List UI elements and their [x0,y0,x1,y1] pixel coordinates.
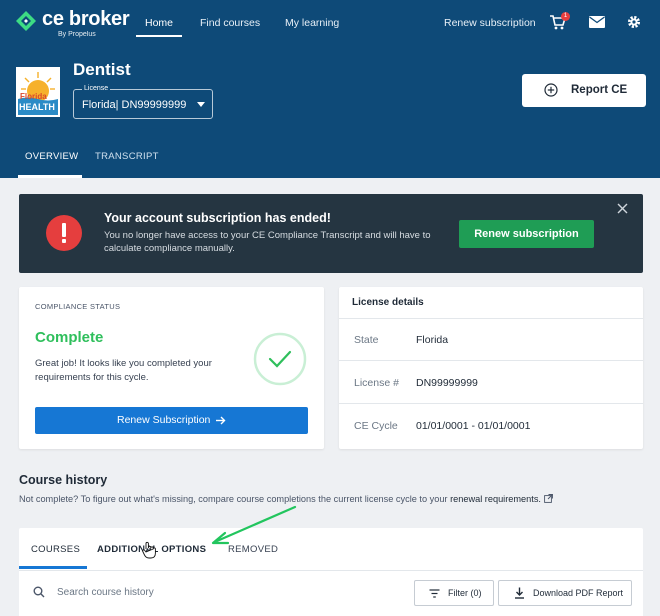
course-history-description: Not complete? To figure out what's missi… [19,494,553,504]
tab-transcript[interactable]: TRANSCRIPT [95,151,159,162]
tab-overview[interactable]: OVERVIEW [25,151,78,162]
nav-renew-subscription[interactable]: Renew subscription [444,17,536,29]
brand-name: ce broker [42,8,130,30]
tab-active-indicator [19,566,87,569]
license-detail-value: 01/01/0001 - 01/01/0001 [416,420,531,432]
compliance-status-label: COMPLIANCE STATUS [35,302,121,311]
license-select[interactable]: License Florida| DN99999999 [73,85,213,119]
renewal-requirements-link[interactable]: renewal requirements. [450,494,541,504]
annotation-arrow-icon [211,505,297,545]
download-icon [515,587,524,599]
brand-mark-icon [16,11,36,31]
hand-cursor-icon [142,541,156,559]
filter-icon [429,589,440,598]
close-icon[interactable] [617,203,628,214]
report-ce-label: Report CE [571,84,628,96]
profession-title: Dentist [73,60,131,79]
filter-button[interactable]: Filter (0) [414,580,494,606]
tab-active-indicator [18,175,82,178]
license-detail-value: DN99999999 [416,377,478,389]
florida-health-badge: Florida HEALTH [16,67,60,117]
caret-down-icon [197,102,205,107]
course-history-title: Course history [19,473,108,487]
license-details-card: License details State Florida License # … [339,287,643,449]
renew-subscription-label: Renew Subscription [117,414,211,426]
brand-subtitle: By Propelus [58,31,96,38]
cart-count-badge: 1 [561,12,570,21]
course-history-desc-text: Not complete? To figure out what's missi… [19,494,448,504]
nav-find-courses[interactable]: Find courses [200,17,260,29]
tab-courses[interactable]: COURSES [31,544,80,555]
badge-health-text: HEALTH [19,102,55,112]
nav-my-learning[interactable]: My learning [285,17,339,29]
app-header: ce broker By Propelus Home Find courses … [0,0,660,178]
license-detail-value: Florida [416,334,449,346]
renew-subscription-button[interactable]: Renew Subscription [35,407,308,434]
course-history-search-input[interactable] [57,583,357,601]
license-detail-key: License # [354,377,399,389]
alert-exclamation-icon [46,215,82,251]
nav-active-indicator [136,35,182,37]
alert-renew-label: Renew subscription [474,228,579,240]
badge-florida-text: Florida [20,92,47,101]
gear-icon[interactable] [625,14,643,30]
top-navigation: ce broker By Propelus Home Find courses … [0,0,660,44]
compliance-message: Great job! It looks like you completed y… [35,358,212,383]
download-pdf-report-button[interactable]: Download PDF Report [498,580,632,606]
subscription-ended-alert: Your account subscription has ended! You… [19,194,643,273]
nav-home[interactable]: Home [145,17,173,29]
license-select-label: License [82,85,111,92]
arrow-right-icon [216,416,226,425]
compliance-status-value: Complete [35,329,104,346]
license-detail-key: CE Cycle [354,420,398,432]
divider [19,570,643,571]
license-select-value: Florida| DN99999999 [82,99,187,111]
plus-circle-icon [544,83,558,97]
divider [339,403,643,404]
external-link-icon[interactable] [544,494,553,503]
course-history-panel: COURSES ADDITIONAL OPTIONS REMOVED Filte… [19,528,643,616]
alert-message: You no longer have access to your CE Com… [104,230,431,254]
check-circle-icon [253,332,307,386]
alert-title: Your account subscription has ended! [104,211,331,225]
divider [339,360,643,361]
search-icon [33,586,45,598]
license-detail-key: State [354,334,379,346]
alert-renew-subscription-button[interactable]: Renew subscription [459,220,594,248]
filter-label: Filter (0) [448,588,482,598]
compliance-status-card: COMPLIANCE STATUS Complete Great job! It… [19,287,324,449]
divider [339,318,643,319]
license-details-title: License details [352,297,424,308]
report-ce-button[interactable]: Report CE [522,74,646,107]
download-pdf-report-label: Download PDF Report [533,588,624,598]
mail-icon[interactable] [588,14,606,30]
